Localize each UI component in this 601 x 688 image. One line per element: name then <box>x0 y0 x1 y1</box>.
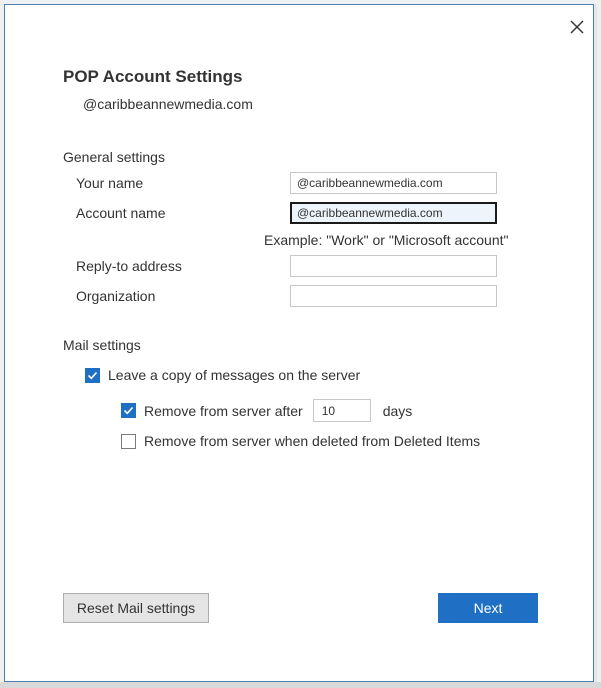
account-email: @caribbeannewmedia.com <box>83 96 253 112</box>
close-button[interactable] <box>568 18 586 36</box>
organization-input[interactable] <box>290 285 497 307</box>
checkmark-icon <box>87 371 98 379</box>
general-settings-heading: General settings <box>63 149 165 165</box>
account-name-input[interactable] <box>290 202 497 224</box>
your-name-label: Your name <box>76 175 144 191</box>
remove-deleted-checkbox[interactable] <box>121 433 136 449</box>
leave-copy-row: Leave a copy of messages on the server <box>85 367 360 383</box>
your-name-input[interactable] <box>290 172 497 194</box>
account-name-label: Account name <box>76 205 166 221</box>
remove-deleted-label: Remove from server when deleted from Del… <box>144 433 481 449</box>
leave-copy-checkbox[interactable] <box>85 367 100 383</box>
remove-after-label: Remove from server after <box>144 402 303 419</box>
leave-copy-label: Leave a copy of messages on the server <box>108 367 361 383</box>
reply-to-input[interactable] <box>290 255 497 277</box>
close-x-icon <box>570 20 584 34</box>
next-button[interactable]: Next <box>438 593 538 623</box>
organization-label: Organization <box>76 288 156 304</box>
remove-deleted-row: Remove from server when deleted from Del… <box>121 433 480 449</box>
account-name-example-hint: Example: "Work" or "Microsoft account" <box>264 232 509 248</box>
checkmark-icon <box>123 406 134 415</box>
reset-mail-settings-button[interactable]: Reset Mail settings <box>63 593 209 623</box>
days-input[interactable] <box>312 399 371 422</box>
dialog-title: POP Account Settings <box>63 67 243 86</box>
reply-to-label: Reply-to address <box>76 258 182 274</box>
mail-settings-heading: Mail settings <box>63 337 141 353</box>
background-app-bottom <box>0 682 601 688</box>
remove-after-checkbox[interactable] <box>121 403 136 418</box>
pop-account-settings-dialog: POP Account Settings @caribbeannewmedia.… <box>4 4 594 682</box>
background-app-right <box>597 0 601 688</box>
days-unit-label: days <box>382 402 413 419</box>
remove-after-row: Remove from server after days <box>121 399 412 422</box>
